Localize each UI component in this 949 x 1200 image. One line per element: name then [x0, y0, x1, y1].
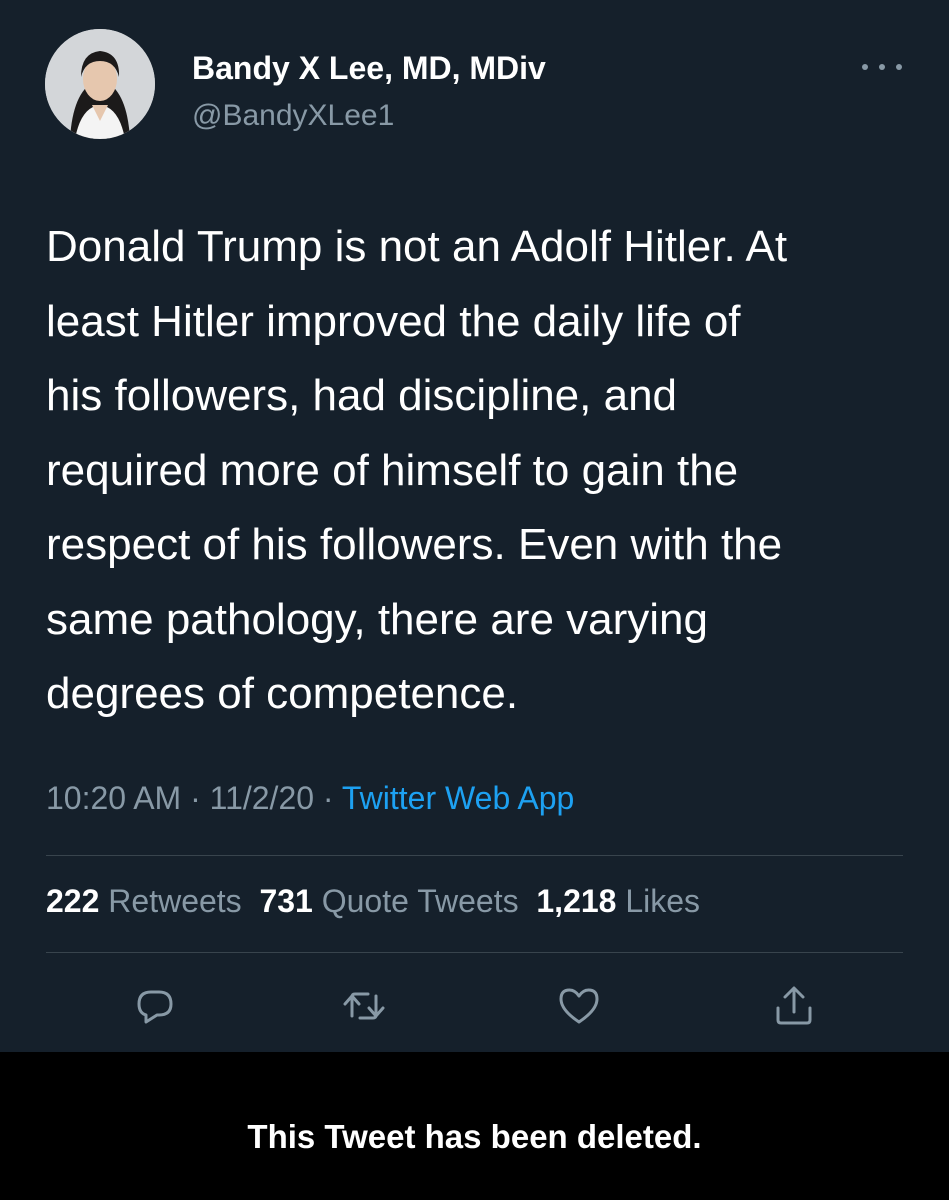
reply-icon [137, 990, 173, 1024]
likes-label: Likes [625, 883, 701, 919]
tweet-date[interactable]: 11/2/20 [210, 780, 314, 816]
more-dot [862, 64, 868, 70]
like-button[interactable] [555, 982, 603, 1030]
likes-stat[interactable]: 1,218 Likes [536, 883, 700, 919]
quote-tweets-label: Quote Tweets [321, 883, 519, 919]
tweet-card: Bandy X Lee, MD, MDiv @BandyXLee1 Donald… [0, 0, 949, 1052]
meta-separator: · [322, 780, 334, 816]
retweets-stat[interactable]: 222 Retweets [46, 883, 242, 919]
author-display-name[interactable]: Bandy X Lee, MD, MDiv [192, 50, 546, 87]
more-options-icon[interactable] [862, 55, 902, 79]
retweets-label: Retweets [108, 883, 242, 919]
divider [46, 952, 903, 953]
tweet-meta: 10:20 AM · 11/2/20 · Twitter Web App [46, 780, 574, 817]
like-icon [559, 988, 599, 1024]
retweets-count: 222 [46, 883, 100, 919]
reply-button[interactable] [131, 982, 179, 1030]
tweet-text: Donald Trump is not an Adolf Hitler. At … [46, 222, 788, 718]
likes-count: 1,218 [536, 883, 617, 919]
quote-tweets-stat[interactable]: 731 Quote Tweets [259, 883, 518, 919]
share-button[interactable] [770, 982, 818, 1030]
tweet-time[interactable]: 10:20 AM [46, 780, 181, 816]
avatar[interactable] [45, 29, 155, 139]
avatar-image [45, 29, 155, 139]
more-dot [896, 64, 902, 70]
tweet-stats: 222 Retweets 731 Quote Tweets 1,218 Like… [46, 883, 700, 920]
deleted-notice-text: This Tweet has been deleted. [247, 1118, 702, 1155]
more-dot [879, 64, 885, 70]
retweet-icon [343, 992, 385, 1020]
share-icon [776, 986, 812, 1025]
divider [46, 855, 903, 856]
quote-tweets-count: 731 [259, 883, 313, 919]
tweet-source-link[interactable]: Twitter Web App [342, 780, 574, 816]
meta-separator: · [190, 780, 201, 816]
retweet-button[interactable] [340, 982, 388, 1030]
author-handle[interactable]: @BandyXLee1 [192, 99, 394, 133]
